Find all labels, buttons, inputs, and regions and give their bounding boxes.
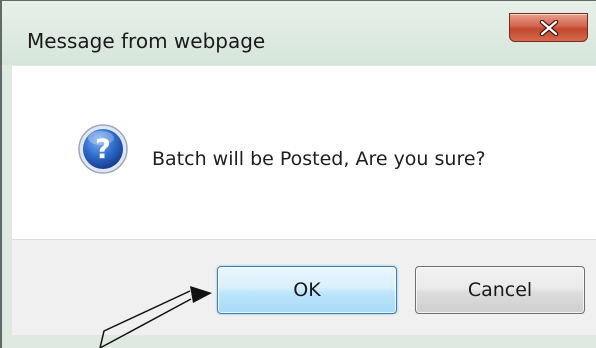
dialog-title: Message from webpage [27, 29, 266, 53]
cancel-button[interactable]: Cancel [415, 266, 585, 314]
confirmation-message: Batch will be Posted, Are you sure? [152, 148, 486, 170]
ok-button-label: OK [293, 279, 321, 301]
window-bottom-border [2, 335, 596, 348]
question-icon: ? [78, 124, 128, 174]
dialog-content: ? Batch will be Posted, Are you sure? [12, 66, 596, 239]
svg-text:?: ? [95, 134, 111, 165]
ok-button[interactable]: OK [217, 266, 397, 314]
message-dialog: Message from webpage ? Batch will be Pos… [0, 0, 596, 348]
close-icon [539, 20, 559, 36]
cancel-button-label: Cancel [467, 279, 533, 301]
dialog-button-bar: OK Cancel [12, 239, 596, 335]
close-button[interactable] [509, 13, 588, 42]
title-bar[interactable]: Message from webpage [2, 1, 596, 65]
